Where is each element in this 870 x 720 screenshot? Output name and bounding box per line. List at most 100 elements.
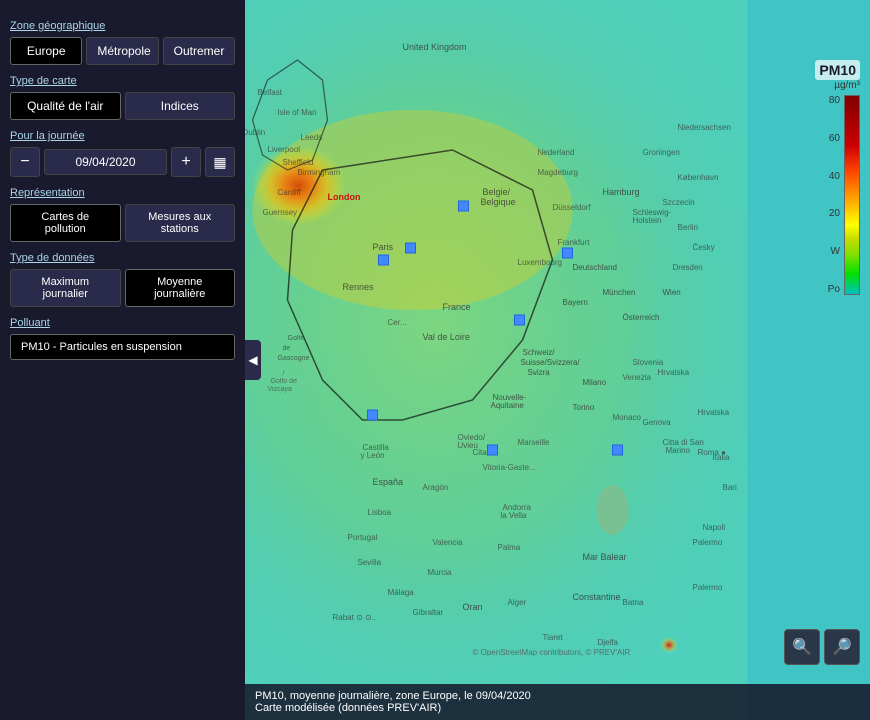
bottom-line2: Carte modélisée (données PREV'AIR): [255, 702, 860, 714]
svg-text:Val de Loire: Val de Loire: [423, 332, 470, 342]
svg-text:España: España: [373, 477, 404, 487]
svg-text:United Kingdom: United Kingdom: [403, 42, 467, 52]
data-type-max-button[interactable]: Maximum journalier: [10, 269, 121, 307]
svg-text:Cardiff: Cardiff: [278, 188, 302, 197]
bottom-bar: PM10, moyenne journalière, zone Europe, …: [245, 684, 870, 720]
map-type-indices-button[interactable]: Indices: [125, 92, 236, 120]
svg-text:Vitoria-Gaste...: Vitoria-Gaste...: [483, 463, 536, 472]
svg-text:© OpenStreetMap contributors,: © OpenStreetMap contributors, © PREV'AIR: [473, 648, 631, 657]
calendar-button[interactable]: ▦: [205, 147, 235, 177]
legend-labels: 80 60 40 20 W Po: [828, 95, 844, 295]
svg-text:Belgie/: Belgie/: [483, 187, 511, 197]
zoom-buttons: 🔍 🔎: [784, 629, 860, 665]
svg-text:Monaco: Monaco: [613, 413, 642, 422]
representation-cartes-button[interactable]: Cartes de pollution: [10, 204, 121, 242]
representation-mesures-button[interactable]: Mesures aux stations: [125, 204, 236, 242]
svg-text:Rabat ⊙ ⊙..: Rabat ⊙ ⊙..: [333, 613, 377, 622]
svg-text:Andorra: Andorra: [503, 503, 532, 512]
zone-metropole-button[interactable]: Métropole: [86, 37, 158, 65]
svg-text:Suisse/Svizzera/: Suisse/Svizzera/: [521, 358, 581, 367]
representation-button-group: Cartes de pollution Mesures aux stations: [10, 204, 235, 242]
svg-text:Schweiz/: Schweiz/: [523, 348, 556, 357]
svg-text:Tiaret: Tiaret: [543, 633, 564, 642]
svg-text:Djelfa: Djelfa: [598, 638, 619, 647]
legend-value-1: 60: [828, 133, 840, 144]
zone-europe-button[interactable]: Europe: [10, 37, 82, 65]
svg-text:la Vella: la Vella: [501, 511, 527, 520]
svg-text:Österreich: Österreich: [623, 313, 660, 322]
date-display: 09/04/2020: [44, 149, 167, 175]
day-label: Pour la journée: [10, 130, 235, 142]
svg-text:Citta di San: Citta di San: [663, 438, 704, 447]
zoom-out-button[interactable]: 🔎: [824, 629, 860, 665]
data-type-mean-button[interactable]: Moyenne journalière: [125, 269, 236, 307]
map-type-label: Type de carte: [10, 75, 235, 87]
legend-value-5: Po: [828, 284, 840, 295]
data-type-label: Type de données: [10, 252, 235, 264]
zone-outremer-button[interactable]: Outremer: [163, 37, 235, 65]
legend-bar-container: 80 60 40 20 W Po: [828, 95, 860, 295]
map-type-qualite-button[interactable]: Qualité de l'air: [10, 92, 121, 120]
svg-text:Hrvatska: Hrvatska: [698, 408, 730, 417]
zone-button-group: Europe Métropole Outremer: [10, 37, 235, 65]
svg-text:Guernsey: Guernsey: [263, 208, 298, 217]
zoom-in-icon: 🔍: [792, 637, 812, 657]
svg-text:Marino: Marino: [666, 446, 691, 455]
svg-text:Paris: Paris: [373, 242, 394, 252]
data-type-button-group: Maximum journalier Moyenne journalière: [10, 269, 235, 307]
svg-text:Castilla: Castilla: [363, 443, 390, 452]
svg-text:Hamburg: Hamburg: [603, 187, 640, 197]
date-plus-button[interactable]: +: [171, 147, 201, 177]
svg-text:Lisboa: Lisboa: [368, 508, 392, 517]
svg-text:Venezia: Venezia: [623, 373, 652, 382]
svg-text:Sheffield: Sheffield: [283, 158, 314, 167]
calendar-icon: ▦: [213, 154, 226, 171]
svg-text:Slovenia: Slovenia: [633, 358, 664, 367]
svg-text:Marseille: Marseille: [518, 438, 551, 447]
svg-text:Deutschland: Deutschland: [573, 263, 617, 272]
svg-text:London: London: [328, 192, 361, 202]
legend-value-2: 40: [828, 171, 840, 182]
svg-text:Isle of Man: Isle of Man: [278, 108, 317, 117]
svg-text:Leeds: Leeds: [301, 133, 323, 142]
pollutant-label: Polluant: [10, 317, 235, 329]
svg-text:Berlin: Berlin: [678, 223, 698, 232]
legend: PM10 µg/m³ 80 60 40 20 W Po: [815, 60, 860, 295]
svg-text:Liverpool: Liverpool: [268, 145, 301, 154]
svg-text:Alger: Alger: [508, 598, 527, 607]
svg-text:Schleswig-: Schleswig-: [633, 208, 672, 217]
svg-text:Málaga: Málaga: [388, 588, 415, 597]
legend-value-0: 80: [828, 95, 840, 106]
legend-value-3: 20: [828, 208, 840, 219]
legend-unit: µg/m³: [834, 80, 860, 91]
svg-text:Česky: Česky: [693, 243, 715, 252]
svg-text:Genova: Genova: [643, 418, 672, 427]
collapse-button[interactable]: ◀: [245, 340, 261, 380]
svg-text:Palermo: Palermo: [693, 538, 723, 547]
svg-text:Nederland: Nederland: [538, 148, 575, 157]
sidebar: Zone géographique Europe Métropole Outre…: [0, 0, 245, 720]
svg-text:Wien: Wien: [663, 288, 681, 297]
date-row: − 09/04/2020 + ▦: [10, 147, 235, 177]
svg-text:Vizcaya: Vizcaya: [268, 386, 292, 393]
svg-text:Magdeburg: Magdeburg: [538, 168, 578, 177]
pollutant-button[interactable]: PM10 - Particules en suspension: [10, 334, 235, 360]
zoom-in-button[interactable]: 🔍: [784, 629, 820, 665]
svg-text:Roma ●: Roma ●: [698, 448, 727, 457]
svg-text:Birmingham: Birmingham: [298, 168, 341, 177]
svg-text:y León: y León: [361, 451, 385, 460]
svg-text:Cer...: Cer...: [388, 318, 407, 327]
svg-text:Bari: Bari: [723, 483, 737, 492]
legend-title: PM10: [815, 60, 860, 80]
svg-text:Düsseldorf: Düsseldorf: [553, 203, 592, 212]
svg-text:Bayern: Bayern: [563, 298, 588, 307]
svg-text:Nouvelle-: Nouvelle-: [493, 393, 527, 402]
representation-label: Représentation: [10, 187, 235, 199]
legend-color-bar: [844, 95, 860, 295]
svg-text:Valencia: Valencia: [433, 538, 464, 547]
date-minus-button[interactable]: −: [10, 147, 40, 177]
svg-text:Aragón: Aragón: [423, 483, 449, 492]
svg-text:Golfe: Golfe: [288, 335, 305, 342]
svg-text:Gascogne: Gascogne: [278, 355, 310, 362]
svg-text:Rennes: Rennes: [343, 282, 375, 292]
